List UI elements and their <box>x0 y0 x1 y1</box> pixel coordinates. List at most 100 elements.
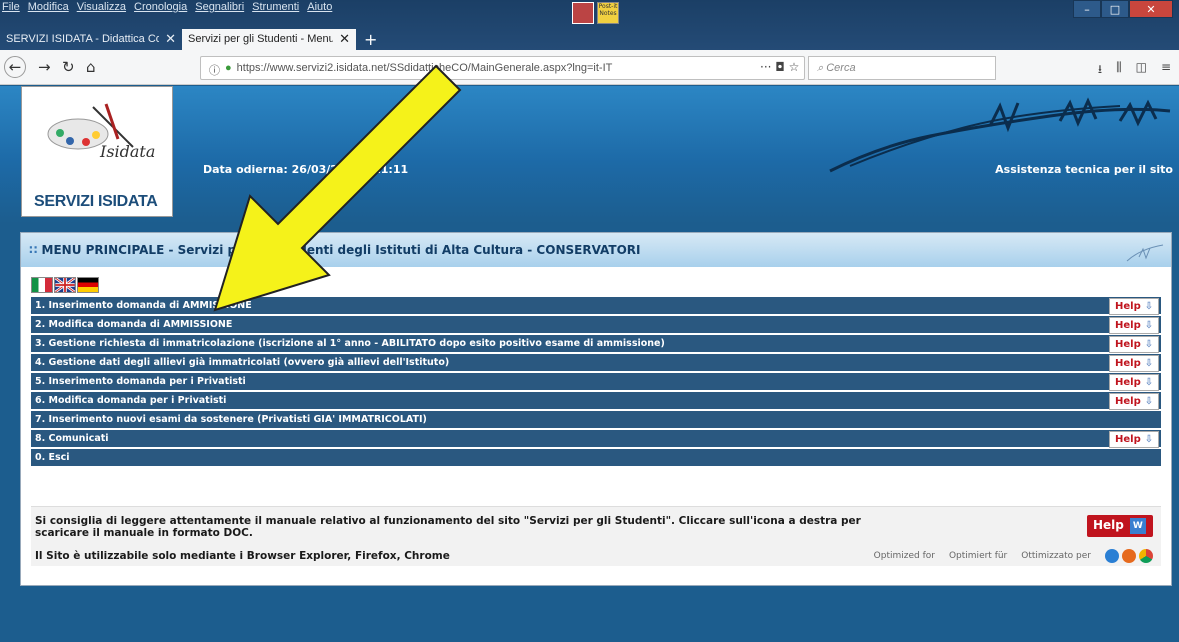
help-icon: ⇩ <box>1144 358 1154 369</box>
tab-strip: SERVIZI ISIDATA - Didattica Conse ✕ Serv… <box>0 28 385 50</box>
menu-item-label: 0. Esci <box>35 452 70 463</box>
info-box: Si consiglia di leggere attentamente il … <box>31 506 1161 566</box>
forward-button[interactable]: → <box>38 58 51 76</box>
tab-label: SERVIZI ISIDATA - Didattica Conse <box>6 33 160 45</box>
help-icon: ⇩ <box>1144 396 1154 407</box>
menu-visualizza[interactable]: Visualizza <box>77 1 126 15</box>
help-button[interactable]: Help ⇩ <box>1109 298 1159 315</box>
help-label: Help <box>1115 396 1141 407</box>
sidebar-icon[interactable]: ◫ <box>1136 60 1147 81</box>
help-button[interactable]: Help ⇩ <box>1109 336 1159 353</box>
close-tab-icon[interactable]: ✕ <box>339 32 350 46</box>
help-icon: ⇩ <box>1144 320 1154 331</box>
tab-label: Servizi per gli Studenti - Menu prin <box>188 33 334 45</box>
browser-titlebar: File Modifica Visualizza Cronologia Segn… <box>0 0 1179 50</box>
menu-item-label: 7. Inserimento nuovi esami da sostenere … <box>35 414 427 425</box>
manual-info-text: Si consiglia di leggere attentamente il … <box>35 515 861 539</box>
library-icon[interactable]: ⫼ <box>1116 60 1122 81</box>
manual-help-label: Help <box>1093 518 1124 532</box>
home-button[interactable]: ⌂ <box>86 58 96 76</box>
menu-aiuto[interactable]: Aiuto <box>307 1 332 15</box>
flag-german-icon[interactable] <box>77 277 99 293</box>
optimized-de: Optimiert für <box>948 551 1008 561</box>
bullet-icon: ∷ <box>29 243 42 257</box>
menu-icon[interactable]: ≡ <box>1161 60 1171 81</box>
menu-item-label: 4. Gestione dati degli allievi già immat… <box>35 357 450 368</box>
help-label: Help <box>1115 320 1141 331</box>
panel-header: ∷ MENU PRINCIPALE - Servizi per gli Stud… <box>21 233 1171 267</box>
help-icon: ⇩ <box>1144 301 1154 312</box>
optimized-en: Optimized for <box>873 551 935 561</box>
search-placeholder: Cerca <box>826 62 856 74</box>
menu-item-esci[interactable]: 0. Esci <box>31 449 1161 468</box>
menu-item-gestione-allievi[interactable]: 4. Gestione dati degli allievi già immat… <box>31 354 1161 373</box>
isidata-logo[interactable]: Isidata SERVIZI ISIDATA <box>21 86 173 217</box>
help-icon: ⇩ <box>1144 377 1154 388</box>
help-icon: ⇩ <box>1144 339 1154 350</box>
new-tab-button[interactable]: + <box>356 30 385 50</box>
help-label: Help <box>1115 339 1141 350</box>
browser-support-text: Il Sito è utilizzabile solo mediante i B… <box>35 550 450 562</box>
search-input[interactable]: ⌕ Cerca <box>808 56 996 80</box>
reload-button[interactable]: ↻ <box>62 58 75 76</box>
optimized-for: Optimized for Optimiert für Ottimizzato … <box>874 549 1153 563</box>
sticky-notes-icon[interactable]: Post-it Notes <box>597 2 619 24</box>
firefox-icon <box>1122 549 1136 563</box>
support-link[interactable]: Assistenza tecnica per il sito <box>995 163 1173 176</box>
menu-item-nuovi-esami[interactable]: 7. Inserimento nuovi esami da sostenere … <box>31 411 1161 430</box>
menu-segnalibri[interactable]: Segnalibri <box>195 1 244 15</box>
help-label: Help <box>1115 358 1141 369</box>
menu-item-label: 3. Gestione richiesta di immatricolazion… <box>35 338 665 349</box>
main-menu-panel: ∷ MENU PRINCIPALE - Servizi per gli Stud… <box>20 232 1172 586</box>
help-label: Help <box>1115 301 1141 312</box>
page-actions-icon[interactable]: ··· ◘ ☆ <box>760 60 799 74</box>
menu-modifica[interactable]: Modifica <box>28 1 69 15</box>
maximize-button[interactable]: □ <box>1101 0 1129 18</box>
flag-italian-icon[interactable] <box>31 277 53 293</box>
site-header: Isidata SERVIZI ISIDATA Data odierna: 26… <box>0 86 1179 224</box>
browser-menubar: File Modifica Visualizza Cronologia Segn… <box>2 1 332 15</box>
tab-servizi-studenti[interactable]: Servizi per gli Studenti - Menu prin ✕ <box>182 29 356 50</box>
close-window-button[interactable]: ✕ <box>1129 0 1173 18</box>
optimized-it: Ottimizzato per <box>1021 551 1091 561</box>
help-button[interactable]: Help ⇩ <box>1109 355 1159 372</box>
help-label: Help <box>1115 377 1141 388</box>
help-icon: ⇩ <box>1144 434 1154 445</box>
menu-item-comunicati[interactable]: 8. Comunicati Help ⇩ <box>31 430 1161 449</box>
menu-item-modifica-privatisti[interactable]: 6. Modifica domanda per i Privatisti Hel… <box>31 392 1161 411</box>
chrome-icon <box>1139 549 1153 563</box>
menu-strumenti[interactable]: Strumenti <box>252 1 299 15</box>
help-button[interactable]: Help ⇩ <box>1109 431 1159 448</box>
help-label: Help <box>1115 434 1141 445</box>
logo-title: SERVIZI ISIDATA <box>34 193 158 210</box>
menu-cronologia[interactable]: Cronologia <box>134 1 187 15</box>
search-icon: ⌕ <box>817 62 827 74</box>
annotation-arrow-icon <box>213 64 462 312</box>
sticky-notes-label: Post-it Notes <box>598 3 618 17</box>
close-tab-icon[interactable]: ✕ <box>165 32 176 46</box>
menu-file[interactable]: File <box>2 1 20 15</box>
window-controls: – □ ✕ <box>1073 0 1173 18</box>
navigation-toolbar: ← → ↻ ⌂ ⓘ ● https://www.servizi2.isidata… <box>0 50 1179 85</box>
help-button[interactable]: Help ⇩ <box>1109 393 1159 410</box>
minimize-button[interactable]: – <box>1073 0 1101 18</box>
back-button[interactable]: ← <box>4 56 26 78</box>
toolbar-icons: ⭳ ⫼ ◫ ≡ <box>1098 60 1171 81</box>
word-doc-icon: W <box>1129 518 1146 534</box>
tab-servizi-isidata[interactable]: SERVIZI ISIDATA - Didattica Conse ✕ <box>0 29 182 50</box>
internet-explorer-icon <box>1105 549 1119 563</box>
menu-item-inserimento-privatisti[interactable]: 5. Inserimento domanda per i Privatisti … <box>31 373 1161 392</box>
help-button[interactable]: Help ⇩ <box>1109 317 1159 334</box>
app-icon[interactable] <box>572 2 594 24</box>
download-icon[interactable]: ⭳ <box>1098 60 1102 81</box>
language-flags <box>31 277 99 293</box>
music-decoration-icon <box>1126 244 1164 262</box>
flag-english-icon[interactable] <box>54 277 76 293</box>
menu-item-label: 8. Comunicati <box>35 433 109 444</box>
manual-download-button[interactable]: Help W <box>1087 515 1153 537</box>
logo-wordmark: Isidata <box>99 142 155 159</box>
menu-item-immatricolazione[interactable]: 3. Gestione richiesta di immatricolazion… <box>31 335 1161 354</box>
logo-artwork-icon: Isidata <box>47 103 155 159</box>
help-button[interactable]: Help ⇩ <box>1109 374 1159 391</box>
menu-item-label: 6. Modifica domanda per i Privatisti <box>35 395 227 406</box>
